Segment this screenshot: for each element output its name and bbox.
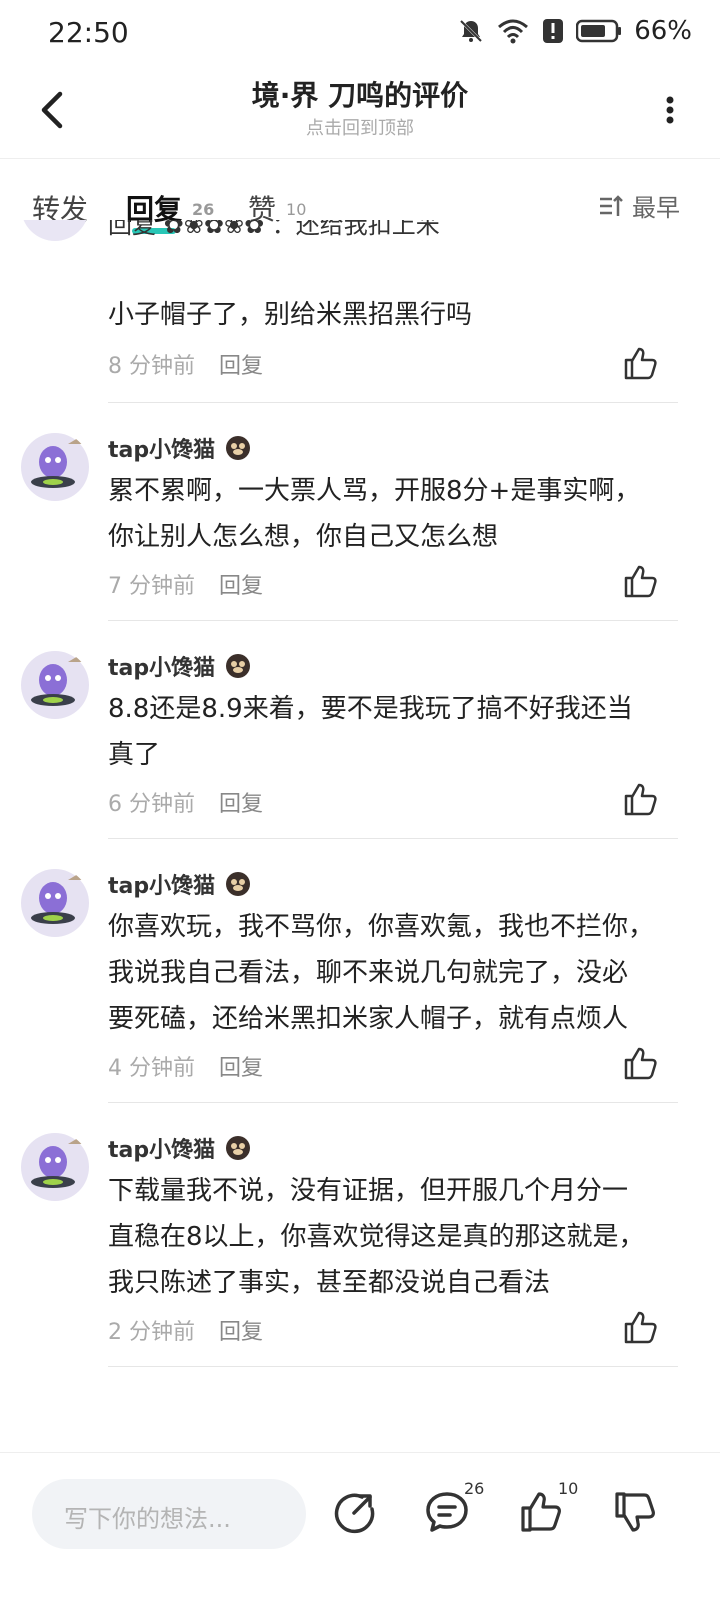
user-badge-icon	[226, 872, 251, 896]
thumbs-up-icon[interactable]	[622, 562, 660, 600]
comment-list: 回复 ✿❀✿❀✿ ：还给我扣上米 小子帽子了，别给米黑招黑行吗 8 分钟前 回复 …	[0, 220, 720, 1470]
comment-meta: 2 分钟前 回复	[108, 1314, 263, 1346]
divider	[108, 1366, 678, 1367]
comment-time: 2 分钟前	[108, 1320, 195, 1345]
more-options-icon[interactable]	[660, 90, 680, 130]
comment-input[interactable]: 写下你的想法...	[32, 1479, 306, 1549]
battery-icon	[576, 19, 622, 43]
tab-count: 10	[286, 200, 307, 219]
scroll-to-top-hint[interactable]: 点击回到顶部	[0, 114, 720, 140]
comment-meta: 4 分钟前 回复	[108, 1050, 263, 1082]
comment-input-placeholder: 写下你的想法...	[64, 1505, 231, 1533]
reply-button[interactable]: 回复	[219, 1056, 263, 1081]
status-time: 22:50	[48, 16, 129, 49]
battery-percent: 66%	[634, 16, 692, 46]
like-count-badge: 10	[558, 1479, 579, 1498]
comment-content-cut: 回复 ✿❀✿❀✿ ：还给我扣上米	[108, 220, 440, 239]
comment-meta: 8 分钟前 回复	[108, 348, 263, 380]
comment-time: 4 分钟前	[108, 1056, 195, 1081]
divider	[108, 620, 678, 621]
sort-label: 最早	[632, 194, 680, 222]
thumbs-up-icon[interactable]	[622, 780, 660, 818]
reply-button[interactable]: 回复	[219, 574, 263, 599]
sort-button[interactable]: 最早	[598, 188, 680, 223]
comment-content: 8.8还是8.9来着，要不是我玩了搞不好我还当 真了	[108, 694, 633, 770]
tab-count: 26	[192, 200, 215, 219]
comment-content: 下载量我不说，没有证据，但开服几个月分一 直稳在8以上，你喜欢觉得这是真的那这就…	[108, 1176, 645, 1298]
alert-icon	[543, 19, 564, 43]
status-bar: 22:50 66%	[0, 0, 720, 68]
wifi-icon	[498, 19, 529, 44]
thumbs-up-icon[interactable]	[622, 1044, 660, 1082]
avatar[interactable]	[20, 1132, 90, 1202]
avatar[interactable]	[20, 432, 90, 502]
comment-content: 累不累啊，一大票人骂，开服8分+是事实啊， 你让别人怎么想，你自己又怎么想	[108, 476, 641, 552]
header: 境·界 刀鸣的评价 点击回到顶部	[0, 68, 720, 159]
thumbs-up-icon[interactable]	[622, 1308, 660, 1346]
reply-button[interactable]: 回复	[219, 354, 263, 379]
comment-content: 你喜欢玩，我不骂你，你喜欢氪，我也不拦你， 我说我自己看法，聊不来说几句就完了，…	[108, 912, 655, 1034]
divider	[108, 838, 678, 839]
avatar[interactable]	[20, 868, 90, 938]
dislike-icon[interactable]	[612, 1489, 658, 1535]
comment-meta: 7 分钟前 回复	[108, 568, 263, 600]
comment-content: 小子帽子了，别给米黑招黑行吗	[108, 300, 473, 330]
divider	[108, 1102, 678, 1103]
avatar[interactable]	[20, 220, 90, 242]
reply-button[interactable]: 回复	[219, 792, 263, 817]
comment-username[interactable]: tap小馋猫	[108, 1132, 251, 1164]
avatar[interactable]	[20, 650, 90, 720]
status-icons: 66%	[458, 16, 692, 46]
comment-time: 6 分钟前	[108, 792, 195, 817]
page-title[interactable]: 境·界 刀鸣的评价	[0, 74, 720, 114]
comment-username[interactable]: tap小馋猫	[108, 650, 251, 682]
comment-username[interactable]: tap小馋猫	[108, 432, 251, 464]
share-icon[interactable]	[332, 1489, 378, 1535]
user-badge-icon	[226, 436, 251, 460]
comment-username[interactable]: tap小馋猫	[108, 868, 251, 900]
bell-off-icon	[460, 19, 483, 43]
comment-time: 8 分钟前	[108, 354, 195, 379]
user-badge-icon	[226, 654, 251, 678]
reply-button[interactable]: 回复	[219, 1320, 263, 1345]
bottom-action-bar: 写下你的想法... 26 10	[0, 1452, 720, 1601]
comment-meta: 6 分钟前 回复	[108, 786, 263, 818]
user-badge-icon	[226, 1136, 251, 1160]
divider	[108, 402, 678, 403]
sort-icon	[600, 194, 623, 216]
comment-time: 7 分钟前	[108, 574, 195, 599]
comment-count-badge: 26	[464, 1479, 485, 1498]
thumbs-up-icon[interactable]	[622, 344, 660, 382]
